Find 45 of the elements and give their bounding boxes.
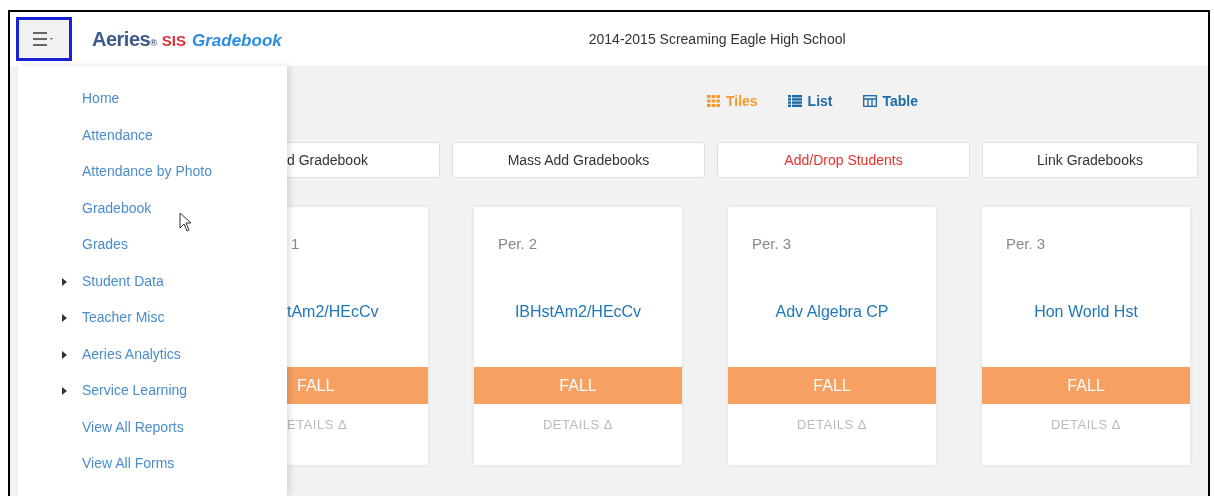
menu-item[interactable]: Aeries Analytics [82, 345, 181, 362]
action-button[interactable]: Add/Drop Students [717, 142, 970, 178]
school-title: 2014-2015 Screaming Eagle High School [588, 31, 846, 47]
view-toggle[interactable]: Table [862, 92, 919, 110]
term-bar: FALL [728, 367, 936, 404]
gradebook-tile[interactable]: Per. 3 Hon World Hst FALL DETAILS Δ [982, 207, 1190, 465]
list-icon [787, 95, 802, 107]
menu-item[interactable]: Attendance by Photo [82, 163, 212, 179]
period-label: Per. 2 [497, 234, 539, 254]
period-label: Per. 3 [751, 234, 793, 254]
view-toggle[interactable]: List [787, 92, 833, 110]
term-bar: FALL [474, 367, 682, 404]
details-link[interactable]: DETAILS Δ [982, 417, 1190, 432]
menu-item[interactable]: Student Data [82, 272, 164, 289]
details-link[interactable]: ETAILS Δ [287, 417, 428, 432]
menu-button[interactable] [16, 17, 72, 61]
grid-icon [706, 95, 720, 107]
view-toggle[interactable]: Tiles [706, 92, 758, 110]
menu-item[interactable]: Service Learning [82, 382, 188, 398]
gradebook-tile[interactable]: Per. 2 IBHstAm2/HEcCv FALL DETAILS Δ [474, 207, 682, 465]
menu-item[interactable]: Teacher Misc [82, 309, 165, 325]
gradebook-tile[interactable]: Per. 3 Adv Algebra CP FALL DETAILS Δ [728, 207, 936, 465]
action-button[interactable]: d Gradebook [287, 142, 440, 178]
menu-item[interactable]: Gradebook [82, 199, 152, 216]
term-bar: FALL [982, 367, 1190, 404]
period-label: 1 [290, 234, 301, 254]
menu-item[interactable]: Home [82, 90, 120, 106]
gradebook-name[interactable]: IBHstAm2/HEcCv [474, 303, 682, 367]
gradebook-name[interactable]: tAm2/HEcCv [287, 303, 428, 367]
gradebook-tile[interactable]: 1 tAm2/HEcCv FALL ETAILS Δ [287, 207, 428, 465]
period-label: Per. 3 [1005, 234, 1047, 254]
term-bar: FALL [287, 367, 428, 404]
menu-item[interactable]: Grades [82, 236, 128, 252]
details-link[interactable]: DETAILS Δ [728, 417, 936, 432]
gradebook-name[interactable]: Adv Algebra CP [728, 303, 936, 367]
menu-icon [32, 31, 56, 47]
table-icon [862, 95, 877, 107]
gradebook-name[interactable]: Hon World Hst [982, 303, 1190, 367]
mouse-pointer-icon [179, 211, 193, 232]
details-link[interactable]: DETAILS Δ [474, 417, 682, 432]
menu-item[interactable]: Attendance [82, 126, 153, 143]
menu-item[interactable]: View All Reports [82, 418, 184, 435]
menu-item[interactable]: View All Forms [82, 455, 175, 471]
action-button[interactable]: Link Gradebooks [982, 142, 1198, 178]
action-button[interactable]: Mass Add Gradebooks [452, 142, 705, 178]
